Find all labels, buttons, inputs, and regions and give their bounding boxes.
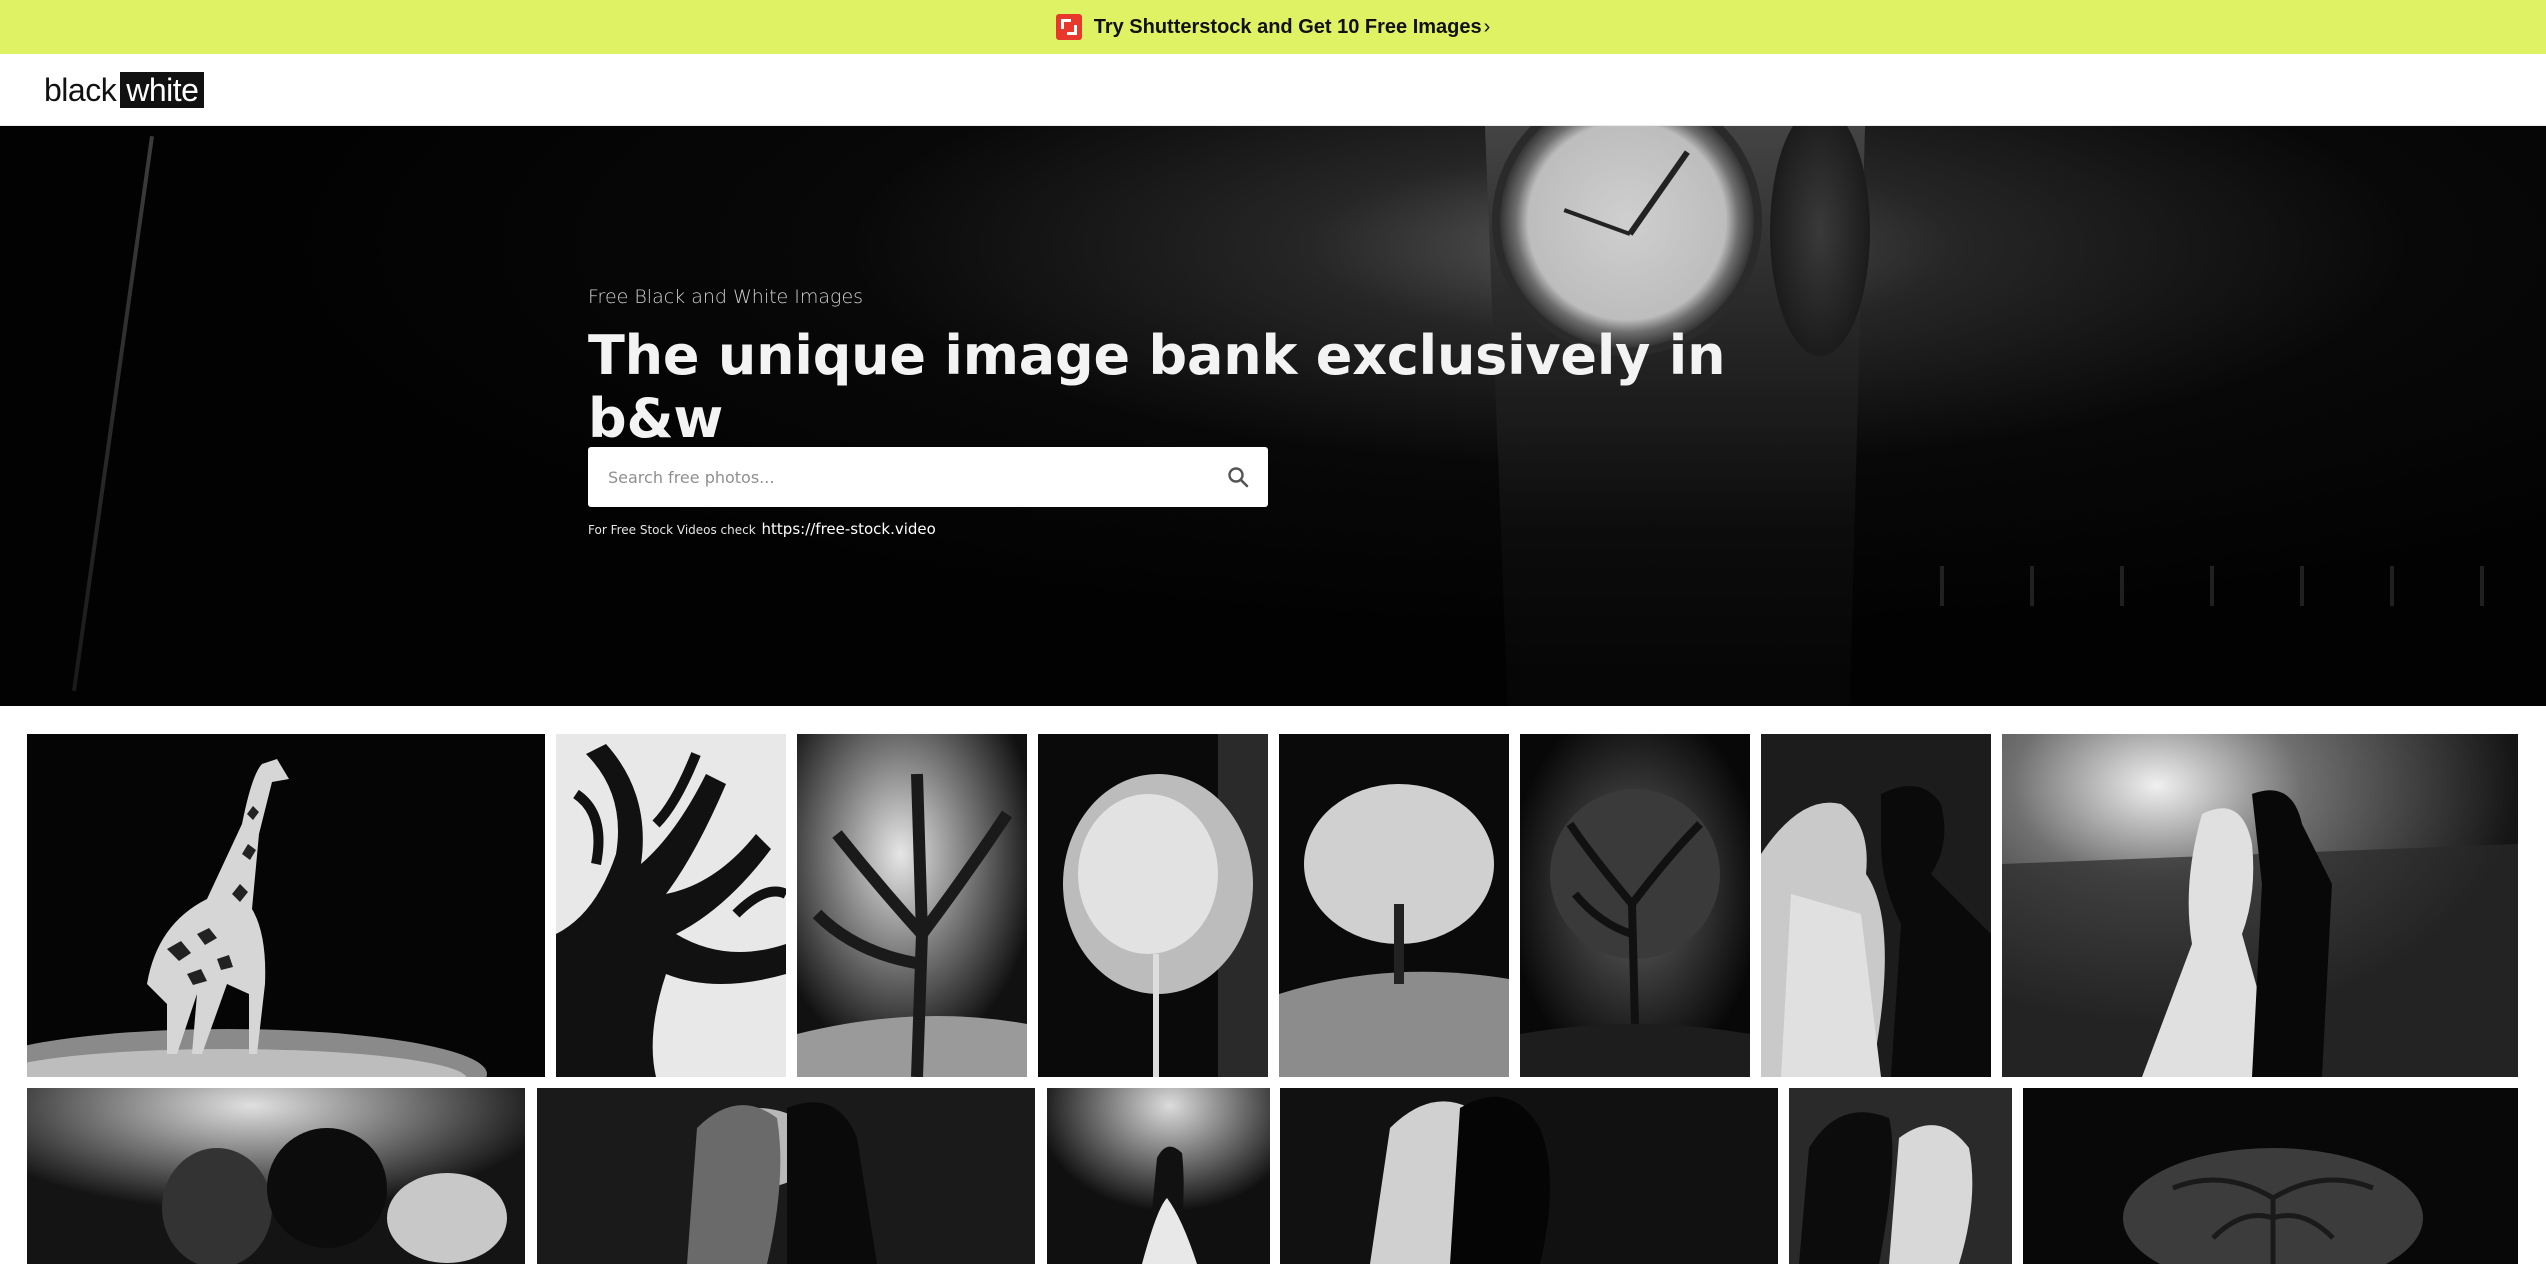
gallery-item-wedding-couple-close[interactable] — [1280, 1088, 1778, 1264]
gallery-item-wedding-bouquet[interactable] — [27, 1088, 525, 1264]
site-logo[interactable]: black white — [44, 71, 205, 109]
promo-banner[interactable]: Try Shutterstock and Get 10 Free Images … — [0, 0, 2546, 54]
hero-title: The unique image bank exclusively in b&w — [588, 324, 1726, 450]
gallery-item-tree-hill[interactable] — [1279, 734, 1509, 1077]
chevron-right-icon: › — [1483, 15, 1491, 38]
logo-text-white: white — [120, 72, 205, 108]
gallery-item-backlit-tree[interactable] — [797, 734, 1027, 1077]
video-note-prefix: For Free Stock Videos check — [588, 523, 756, 537]
gallery-item-wedding-couple-2[interactable] — [537, 1088, 1035, 1264]
search-bar — [588, 447, 1268, 507]
hero-section: Free Black and White Images The unique i… — [0, 126, 2546, 706]
gallery-item-branches[interactable] — [556, 734, 786, 1077]
hero-kicker: Free Black and White Images — [588, 286, 864, 308]
free-stock-video-link[interactable]: https://free-stock.video — [762, 520, 936, 538]
site-header: black white — [0, 54, 2546, 126]
search-icon — [1228, 467, 1249, 488]
search-button[interactable] — [1208, 447, 1268, 507]
hero-content: Free Black and White Images The unique i… — [588, 286, 1788, 538]
hero-background-lights — [1900, 566, 2540, 606]
gallery-item-blossom-tree[interactable] — [1038, 734, 1268, 1077]
search-input[interactable] — [588, 447, 1208, 507]
gallery-item-giraffe[interactable] — [27, 734, 545, 1077]
gallery-item-tree-silhouette[interactable] — [1520, 734, 1750, 1077]
video-note: For Free Stock Videos check https://free… — [588, 520, 936, 538]
shutterstock-logo-icon — [1055, 14, 1082, 40]
gallery-item-couple-kiss[interactable] — [1789, 1088, 2012, 1264]
hero-background-pole — [72, 136, 154, 692]
promo-label: Try Shutterstock and Get 10 Free Images — [1093, 15, 1482, 38]
logo-text-black: black — [44, 71, 117, 108]
gallery-item-bare-tree[interactable] — [2023, 1088, 2518, 1264]
gallery-item-couple-spotlight[interactable] — [1047, 1088, 1270, 1264]
gallery-item-wedding-couple[interactable] — [1761, 734, 1991, 1077]
gallery-item-wedding-dance[interactable] — [2002, 734, 2518, 1077]
